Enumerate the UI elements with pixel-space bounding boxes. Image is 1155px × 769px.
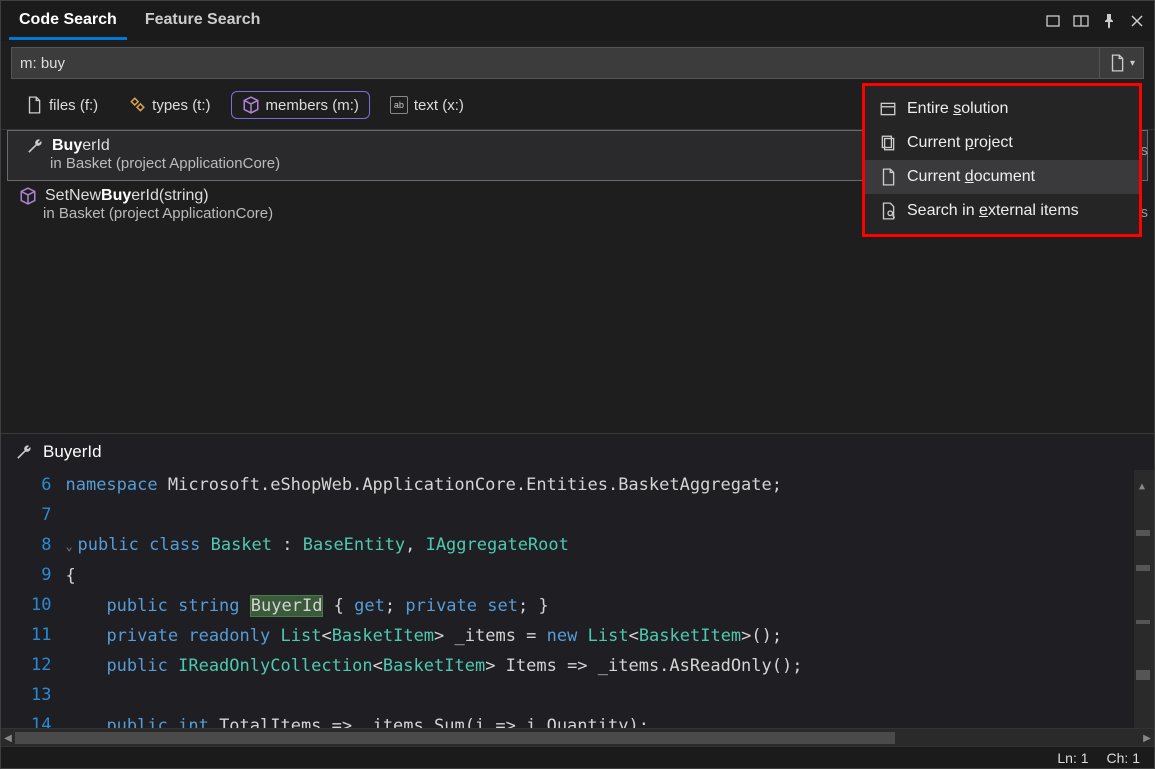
- scope-dropdown-button[interactable]: ▾: [1099, 48, 1143, 78]
- titlebar: Code Search Feature Search: [1, 1, 1154, 41]
- status-line[interactable]: Ln: 1: [1057, 750, 1088, 766]
- scroll-thumb[interactable]: [15, 732, 895, 744]
- minimap-marker: [1136, 670, 1150, 680]
- pin-icon[interactable]: [1100, 12, 1118, 30]
- search-input[interactable]: [12, 51, 1099, 76]
- minimap-marker: [1136, 565, 1150, 571]
- scroll-right-icon[interactable]: ▶: [1140, 729, 1154, 747]
- preview-panel: BuyerId 67891011121314 namespace Microso…: [1, 433, 1154, 746]
- filter-members[interactable]: members (m:): [231, 91, 370, 119]
- cube-icon: [19, 187, 37, 205]
- preview-title: BuyerId: [43, 442, 102, 462]
- scope-entire-solution[interactable]: Entire solution: [865, 92, 1139, 126]
- copy-icon: [879, 134, 897, 152]
- text-icon: ab: [390, 96, 408, 114]
- document-icon: [1108, 54, 1126, 72]
- search-tabs: Code Search Feature Search: [9, 3, 270, 40]
- tab-feature-search[interactable]: Feature Search: [135, 3, 271, 40]
- scope-current-project[interactable]: Current project: [865, 126, 1139, 160]
- cube-icon: [242, 96, 260, 114]
- filter-types[interactable]: types (t:): [118, 92, 220, 118]
- preview-header: BuyerId: [1, 434, 1154, 470]
- types-icon: [128, 96, 146, 114]
- scroll-up-icon[interactable]: ▲: [1139, 472, 1145, 502]
- filter-files[interactable]: files (f:): [15, 92, 108, 118]
- close-icon[interactable]: [1128, 12, 1146, 30]
- dock-split-icon[interactable]: [1072, 12, 1090, 30]
- minimap-marker: [1136, 530, 1150, 536]
- filter-members-label: members (m:): [266, 97, 359, 114]
- wrench-icon: [26, 137, 44, 155]
- filter-text[interactable]: ab text (x:): [380, 92, 474, 118]
- window-controls: [1044, 12, 1146, 30]
- dock-single-icon[interactable]: [1044, 12, 1062, 30]
- code-editor[interactable]: 67891011121314 namespace Microsoft.eShop…: [1, 470, 1154, 746]
- window-icon: [879, 100, 897, 118]
- code-content: namespace Microsoft.eShopWeb.Application…: [65, 470, 1154, 746]
- tab-code-search[interactable]: Code Search: [9, 3, 127, 40]
- search-box: ▾: [11, 47, 1144, 79]
- scroll-left-icon[interactable]: ◀: [1, 729, 15, 747]
- chevron-down-icon: ▾: [1130, 58, 1135, 69]
- filter-text-label: text (x:): [414, 97, 464, 114]
- document-icon: [879, 168, 897, 186]
- scope-current-document[interactable]: Current document: [865, 160, 1139, 194]
- doc-search-icon: [879, 202, 897, 220]
- status-char[interactable]: Ch: 1: [1107, 750, 1140, 766]
- scope-external-items[interactable]: Search in external items: [865, 194, 1139, 228]
- filter-types-label: types (t:): [152, 97, 210, 114]
- vertical-scrollbar[interactable]: ▲: [1134, 470, 1154, 746]
- wrench-icon: [15, 443, 33, 461]
- scope-dropdown: Entire solution Current project Current …: [862, 83, 1142, 237]
- minimap-marker: [1136, 620, 1150, 624]
- file-icon: [25, 96, 43, 114]
- statusbar: Ln: 1 Ch: 1: [1, 746, 1154, 768]
- horizontal-scrollbar[interactable]: ◀ ▶: [1, 728, 1154, 746]
- filter-files-label: files (f:): [49, 97, 98, 114]
- line-gutter: 67891011121314: [1, 470, 65, 746]
